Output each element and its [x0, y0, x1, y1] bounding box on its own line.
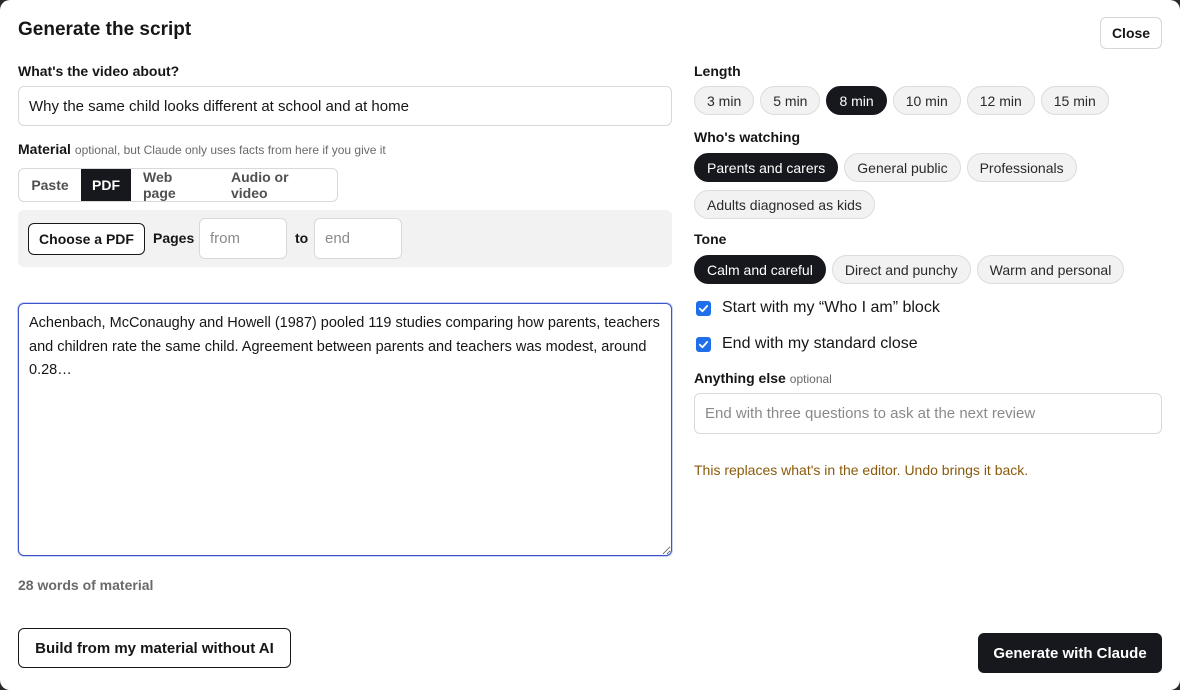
- tone-option-direct[interactable]: Direct and punchy: [831, 255, 971, 284]
- replace-warning: This replaces what's in the editor. Undo…: [694, 462, 1029, 478]
- audience-option-professionals[interactable]: Professionals: [966, 153, 1077, 182]
- generate-script-dialog: Generate the script Close What's the vid…: [0, 0, 1180, 690]
- audience-label: Who's watching: [694, 129, 800, 145]
- check-icon: [698, 340, 709, 348]
- tone-option-calm[interactable]: Calm and careful: [694, 255, 826, 284]
- pdf-options-panel: Choose a PDF Pages to: [18, 210, 672, 267]
- topic-label: What's the video about?: [18, 63, 180, 79]
- length-option-8-min[interactable]: 8 min: [826, 86, 887, 115]
- length-option-12-min[interactable]: 12 min: [966, 86, 1035, 115]
- anything-else-input[interactable]: [694, 393, 1162, 434]
- start-block-label: Start with my “Who I am” block: [722, 299, 940, 316]
- length-label: Length: [694, 63, 741, 79]
- audience-option-general-public[interactable]: General public: [844, 153, 961, 182]
- audience-option-adults-diagnosed[interactable]: Adults diagnosed as kids: [694, 190, 875, 219]
- length-option-5-min[interactable]: 5 min: [760, 86, 821, 115]
- build-without-ai-button[interactable]: Build from my material without AI: [18, 628, 291, 668]
- audience-options: Parents and carers General public Profes…: [694, 153, 1094, 219]
- audience-option-parents[interactable]: Parents and carers: [694, 153, 839, 182]
- anything-else-label-text: Anything else: [694, 370, 786, 386]
- tab-audio-or-video[interactable]: Audio or video: [219, 169, 337, 201]
- tone-option-warm[interactable]: Warm and personal: [976, 255, 1125, 284]
- start-block-checkbox[interactable]: [696, 300, 711, 316]
- anything-else-hint: optional: [789, 372, 832, 386]
- tab-pdf[interactable]: PDF: [81, 169, 131, 201]
- tone-label: Tone: [694, 231, 727, 247]
- material-label-text: Material: [18, 141, 71, 157]
- length-option-10-min[interactable]: 10 min: [892, 86, 961, 115]
- page-end-input[interactable]: [314, 218, 402, 259]
- anything-else-label: Anything else optional: [694, 370, 832, 386]
- generate-with-claude-button[interactable]: Generate with Claude: [978, 633, 1162, 673]
- start-block-option[interactable]: Start with my “Who I am” block: [696, 299, 940, 317]
- material-source-tabs: Paste PDF Web page Audio or video: [18, 168, 338, 202]
- end-close-option[interactable]: End with my standard close: [696, 335, 918, 353]
- length-option-3-min[interactable]: 3 min: [694, 86, 755, 115]
- tab-paste[interactable]: Paste: [19, 169, 81, 201]
- tone-options: Calm and careful Direct and punchy Warm …: [694, 255, 1162, 284]
- length-options: 3 min 5 min 8 min 10 min 12 min 15 min: [694, 86, 1162, 115]
- word-count: 28 words of material: [18, 577, 154, 593]
- pages-label: Pages: [153, 230, 195, 246]
- topic-input[interactable]: [18, 86, 672, 126]
- check-icon: [698, 304, 709, 312]
- dialog-title: Generate the script: [18, 19, 192, 40]
- close-button[interactable]: Close: [1100, 17, 1162, 49]
- page-from-input[interactable]: [199, 218, 287, 259]
- material-textarea[interactable]: Achenbach, McConaughy and Howell (1987) …: [18, 303, 672, 556]
- end-close-label: End with my standard close: [722, 335, 918, 352]
- length-option-15-min[interactable]: 15 min: [1040, 86, 1109, 115]
- to-label: to: [295, 230, 309, 246]
- material-label: Material optional, but Claude only uses f…: [18, 141, 386, 157]
- end-close-checkbox[interactable]: [696, 336, 711, 352]
- choose-pdf-button[interactable]: Choose a PDF: [28, 223, 145, 255]
- tab-web-page[interactable]: Web page: [131, 169, 219, 201]
- material-hint: optional, but Claude only uses facts fro…: [74, 143, 386, 157]
